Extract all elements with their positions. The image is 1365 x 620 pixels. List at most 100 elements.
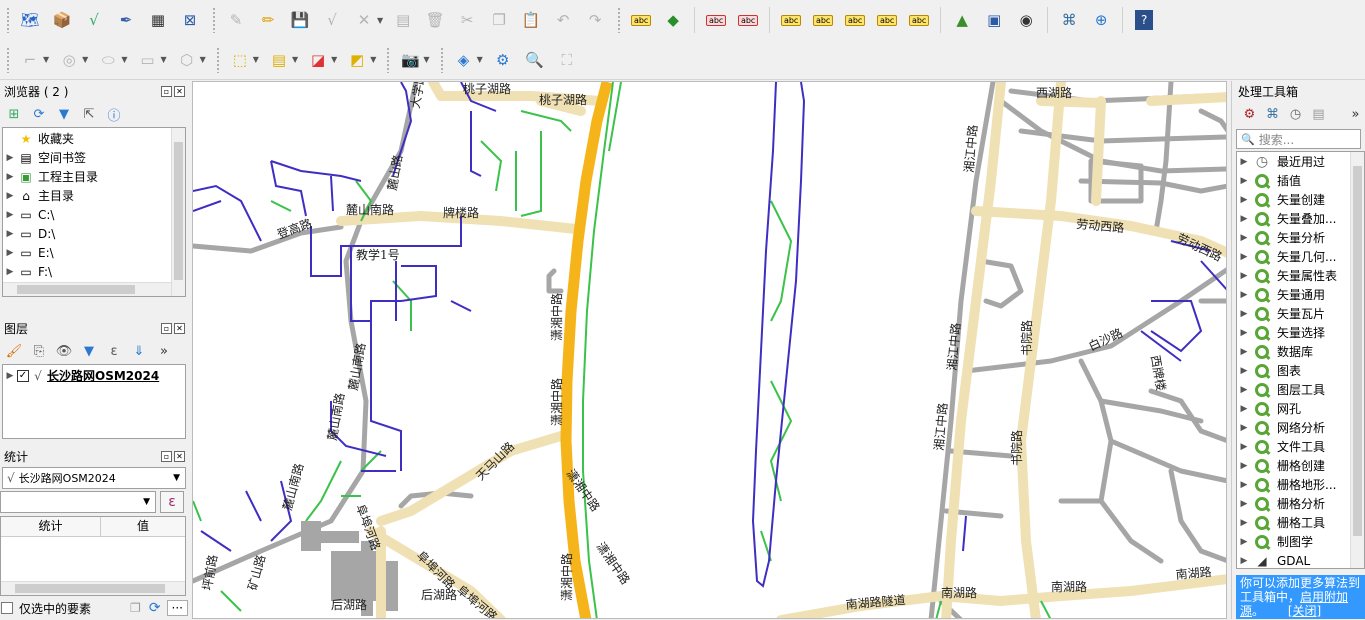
more-arrow-icon[interactable]: » xyxy=(1346,104,1365,124)
diagram-icon[interactable]: ◆ xyxy=(659,6,687,34)
pencil-icon[interactable]: ✏ xyxy=(254,6,282,34)
filter-legend-icon[interactable]: ▼ xyxy=(79,341,99,361)
toggle-edit-icon[interactable]: ✎ xyxy=(222,6,250,34)
add-line-icon[interactable]: ⌐ xyxy=(16,46,44,74)
expand-arrow-icon[interactable]: ▶ xyxy=(1237,480,1251,490)
georeferencer-icon[interactable]: ⊕ xyxy=(1087,6,1115,34)
paste-icon[interactable]: 📋 xyxy=(517,6,545,34)
browser-item[interactable]: ▶ ▭ E:\ xyxy=(3,243,185,262)
toolbox-item[interactable]: ▶ 栅格工具 xyxy=(1237,513,1364,532)
toolbox-item[interactable]: ▶ 矢量选择 xyxy=(1237,323,1364,342)
redo-icon[interactable]: ↷ xyxy=(581,6,609,34)
column-header-value[interactable]: 值 xyxy=(101,517,185,536)
expand-arrow-icon[interactable]: ▶ xyxy=(1237,537,1251,547)
browser-item[interactable]: ▶ ▭ D:\ xyxy=(3,224,185,243)
expand-arrow-icon[interactable]: ▶ xyxy=(3,248,17,258)
toolbox-item[interactable]: ▶ 制图学 xyxy=(1237,532,1364,551)
browser-hscrollbar[interactable] xyxy=(3,282,171,296)
close-icon[interactable]: ✕ xyxy=(174,450,185,462)
toolbox-item[interactable]: ▶ 矢量属性表 xyxy=(1237,266,1364,285)
add-group-icon[interactable]: ⎘ xyxy=(29,341,49,361)
float-icon[interactable]: ▫ xyxy=(161,450,172,462)
refresh-icon[interactable]: ⟳ xyxy=(149,600,161,616)
style-brush-icon[interactable]: 🖌 xyxy=(4,341,24,361)
browser-item[interactable]: ▶ ▭ C:\ xyxy=(3,205,185,224)
toolbox-item[interactable]: ▶ ◷ 最近用过 xyxy=(1237,152,1364,171)
label-show-hide-icon[interactable]: abc xyxy=(809,6,837,34)
toolbox-search[interactable]: 🔍 搜索... xyxy=(1236,129,1361,149)
select-location-icon[interactable]: ◩ xyxy=(343,46,371,74)
browser-item[interactable]: ▶ ▤ 空间书签 xyxy=(3,148,185,167)
expand-arrow-icon[interactable]: ▶ xyxy=(1237,366,1251,376)
vertex-tool-icon[interactable]: ✕ xyxy=(350,6,378,34)
toolbox-item[interactable]: ▶ 矢量几何... xyxy=(1237,247,1364,266)
digitize-icon[interactable]: √ xyxy=(80,6,108,34)
select-by-value-icon[interactable]: ▤ xyxy=(265,46,293,74)
expand-arrow-icon[interactable]: ▶ xyxy=(1237,195,1251,205)
globe-plugin-icon[interactable]: ◉ xyxy=(1012,6,1040,34)
toolbox-item[interactable]: ▶ 矢量叠加... xyxy=(1237,209,1364,228)
stats-field-select[interactable]: ▼ xyxy=(0,491,156,513)
expand-arrow-icon[interactable]: ▶ xyxy=(1237,233,1251,243)
expand-arrow-icon[interactable]: ▶ xyxy=(1237,461,1251,471)
toolbox-item[interactable]: ▶ 插值 xyxy=(1237,171,1364,190)
selected-only-checkbox[interactable] xyxy=(1,602,13,614)
expand-arrow-icon[interactable]: ▶ xyxy=(3,267,17,277)
vertex-icon[interactable]: ⊠ xyxy=(176,6,204,34)
expand-arrow-icon[interactable]: ▶ xyxy=(3,191,17,201)
cut-icon[interactable]: ✂ xyxy=(453,6,481,34)
map-svg[interactable]: 桃子湖路桃子湖路麓山路麓山南路 牌楼路登高路教学1号麓山南路麓山南路麓山南路天马山… xyxy=(193,82,1227,619)
expand-arrow-icon[interactable]: ▶ xyxy=(1237,423,1251,433)
history-clock-icon[interactable]: ◷ xyxy=(1286,104,1305,124)
expand-arrow-icon[interactable]: ▶ xyxy=(1237,404,1251,414)
expand-arrow-icon[interactable]: ▶ xyxy=(1237,556,1251,566)
column-header-stat[interactable]: 统计 xyxy=(1,517,101,536)
stats-layer-select[interactable]: √ 长沙路网OSM2024 ▼ xyxy=(2,467,186,489)
close-icon[interactable]: ✕ xyxy=(174,322,185,334)
add-polygon-icon[interactable]: ⬡ xyxy=(173,46,201,74)
visibility-eye-icon[interactable]: 👁 xyxy=(54,341,74,361)
delete-icon[interactable]: 🗑 xyxy=(421,6,449,34)
results-icon[interactable]: ▤ xyxy=(1309,104,1328,124)
refresh-icon[interactable]: ⟳ xyxy=(29,104,49,124)
copy-icon[interactable]: ❐ xyxy=(130,601,141,615)
expand-arrow-icon[interactable]: ▶ xyxy=(1237,271,1251,281)
open-project-icon[interactable]: 🗺 xyxy=(16,6,44,34)
settings-gear-icon[interactable]: ⚙ xyxy=(489,46,517,74)
toolbox-item[interactable]: ▶ 图表 xyxy=(1237,361,1364,380)
expand-arrow-icon[interactable]: ▶ xyxy=(1237,518,1251,528)
toolbox-item[interactable]: ▶ ◢ GDAL xyxy=(1237,551,1364,568)
triangle-icon[interactable]: ▲ xyxy=(948,6,976,34)
deselect-icon[interactable]: ◪ xyxy=(304,46,332,74)
layer-row[interactable]: ▶ ✓ √ 长沙路网OSM2024 xyxy=(3,366,185,385)
toolbox-item[interactable]: ▶ 图层工具 xyxy=(1237,380,1364,399)
expand-arrow-icon[interactable]: ▶ xyxy=(1237,328,1251,338)
label-highlight-icon[interactable]: abc xyxy=(734,6,762,34)
copy-icon[interactable]: ❐ xyxy=(485,6,513,34)
collapse-icon[interactable]: ⇱ xyxy=(79,104,99,124)
expand-arrow-icon[interactable]: ▶ xyxy=(1237,176,1251,186)
undo-icon[interactable]: ↶ xyxy=(549,6,577,34)
expand-arrow-icon[interactable]: ▶ xyxy=(3,172,17,182)
add-ellipse-icon[interactable]: ⬭ xyxy=(94,46,122,74)
full-extent-icon[interactable]: ⛶ xyxy=(553,46,581,74)
expand-arrow-icon[interactable]: ▶ xyxy=(1237,499,1251,509)
add-layer-icon[interactable]: ◈ xyxy=(450,46,478,74)
gear-run-icon[interactable]: ⚙ xyxy=(1240,104,1259,124)
toolbox-item[interactable]: ▶ 矢量通用 xyxy=(1237,285,1364,304)
expand-arrow-icon[interactable]: ▶ xyxy=(1237,157,1251,167)
label-change-icon[interactable]: abc xyxy=(905,6,933,34)
expand-arrow-icon[interactable]: ▶ xyxy=(1237,347,1251,357)
move-icon[interactable]: ⇓ xyxy=(129,341,149,361)
expression-filter-icon[interactable]: ε xyxy=(104,341,124,361)
toolbar-handle[interactable] xyxy=(6,7,10,33)
help-icon[interactable]: ? xyxy=(1130,6,1158,34)
expand-arrow-icon[interactable]: ▶ xyxy=(1237,252,1251,262)
select-features-icon[interactable]: ⬚ xyxy=(226,46,254,74)
label-pin-tool-icon[interactable]: abc xyxy=(777,6,805,34)
expand-arrow-icon[interactable]: ▶ xyxy=(3,229,17,239)
display-icon[interactable]: ▣ xyxy=(980,6,1008,34)
expand-arrow-icon[interactable]: ▶ xyxy=(1237,309,1251,319)
toolbox-item[interactable]: ▶ 栅格分析 xyxy=(1237,494,1364,513)
expand-arrow-icon[interactable]: ▶ xyxy=(3,210,17,220)
